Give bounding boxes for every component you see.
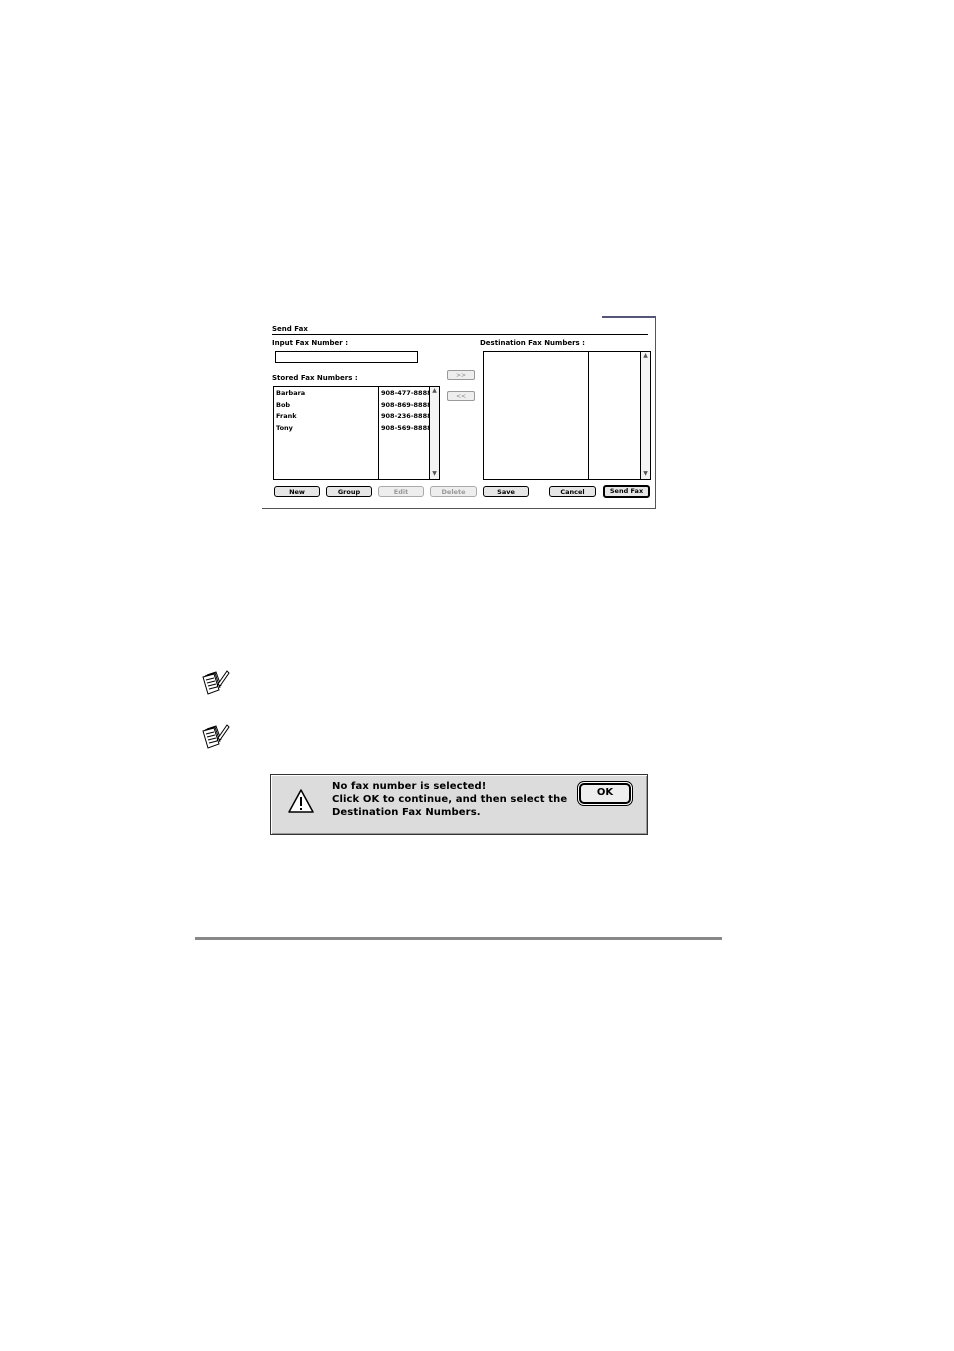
- destination-list-scrollbar[interactable]: ▲ ▼: [640, 352, 650, 479]
- window-edge: [602, 316, 656, 318]
- scroll-down-arrow-icon[interactable]: ▼: [430, 470, 439, 478]
- remove-destination-button[interactable]: <<: [447, 391, 475, 401]
- ok-button[interactable]: OK: [579, 783, 631, 804]
- destination-fax-numbers-label: Destination Fax Numbers :: [480, 339, 585, 347]
- stored-contact-number[interactable]: 908-569-8888: [381, 423, 432, 435]
- alert-line-3: Destination Fax Numbers.: [332, 807, 481, 818]
- dialog-title: Send Fax: [272, 325, 308, 333]
- stored-contact-name[interactable]: Frank: [276, 411, 297, 423]
- new-button[interactable]: New: [274, 486, 320, 497]
- stored-contact-name[interactable]: Barbara: [276, 388, 305, 400]
- page-divider: [195, 937, 722, 940]
- cancel-button[interactable]: Cancel: [549, 486, 596, 497]
- scroll-up-arrow-icon[interactable]: ▲: [430, 387, 439, 395]
- send-fax-button[interactable]: Send Fax: [603, 485, 650, 498]
- note-pad-pencil-icon: [200, 668, 230, 698]
- no-fax-number-alert: No fax number is selected! Click OK to c…: [270, 774, 648, 835]
- save-button[interactable]: Save: [483, 486, 529, 497]
- send-fax-dialog: Send Fax Input Fax Number : Stored Fax N…: [262, 316, 656, 509]
- alert-line-1: No fax number is selected!: [332, 781, 487, 792]
- stored-contact-number[interactable]: 908-869-8888: [381, 400, 432, 412]
- note-pad-pencil-icon: [200, 722, 230, 752]
- stored-fax-numbers-label: Stored Fax Numbers :: [272, 374, 358, 382]
- stored-contact-name[interactable]: Tony: [276, 423, 293, 435]
- add-destination-button[interactable]: >>: [447, 370, 475, 380]
- delete-button[interactable]: Delete: [430, 486, 477, 497]
- scroll-down-arrow-icon[interactable]: ▼: [641, 470, 650, 478]
- alert-line-2: Click OK to continue, and then select th…: [332, 794, 568, 805]
- stored-list-scrollbar[interactable]: ▲ ▼: [429, 387, 439, 479]
- input-fax-number-label: Input Fax Number :: [272, 339, 348, 347]
- column-divider: [588, 352, 589, 479]
- edit-button[interactable]: Edit: [378, 486, 424, 497]
- group-button[interactable]: Group: [326, 486, 372, 497]
- stored-contact-number[interactable]: 908-477-8888: [381, 388, 432, 400]
- input-fax-number-field[interactable]: [275, 351, 418, 363]
- stored-contact-name[interactable]: Bob: [276, 400, 290, 412]
- destination-fax-list[interactable]: ▲ ▼: [483, 351, 651, 480]
- column-divider: [378, 387, 379, 479]
- stored-fax-list[interactable]: Barbara 908-477-8888 Bob 908-869-8888 Frank 9…: [273, 386, 440, 480]
- title-divider: [272, 334, 648, 335]
- scroll-up-arrow-icon[interactable]: ▲: [641, 352, 650, 360]
- warning-triangle-icon: [288, 789, 314, 817]
- stored-contact-number[interactable]: 908-236-8888: [381, 411, 432, 423]
